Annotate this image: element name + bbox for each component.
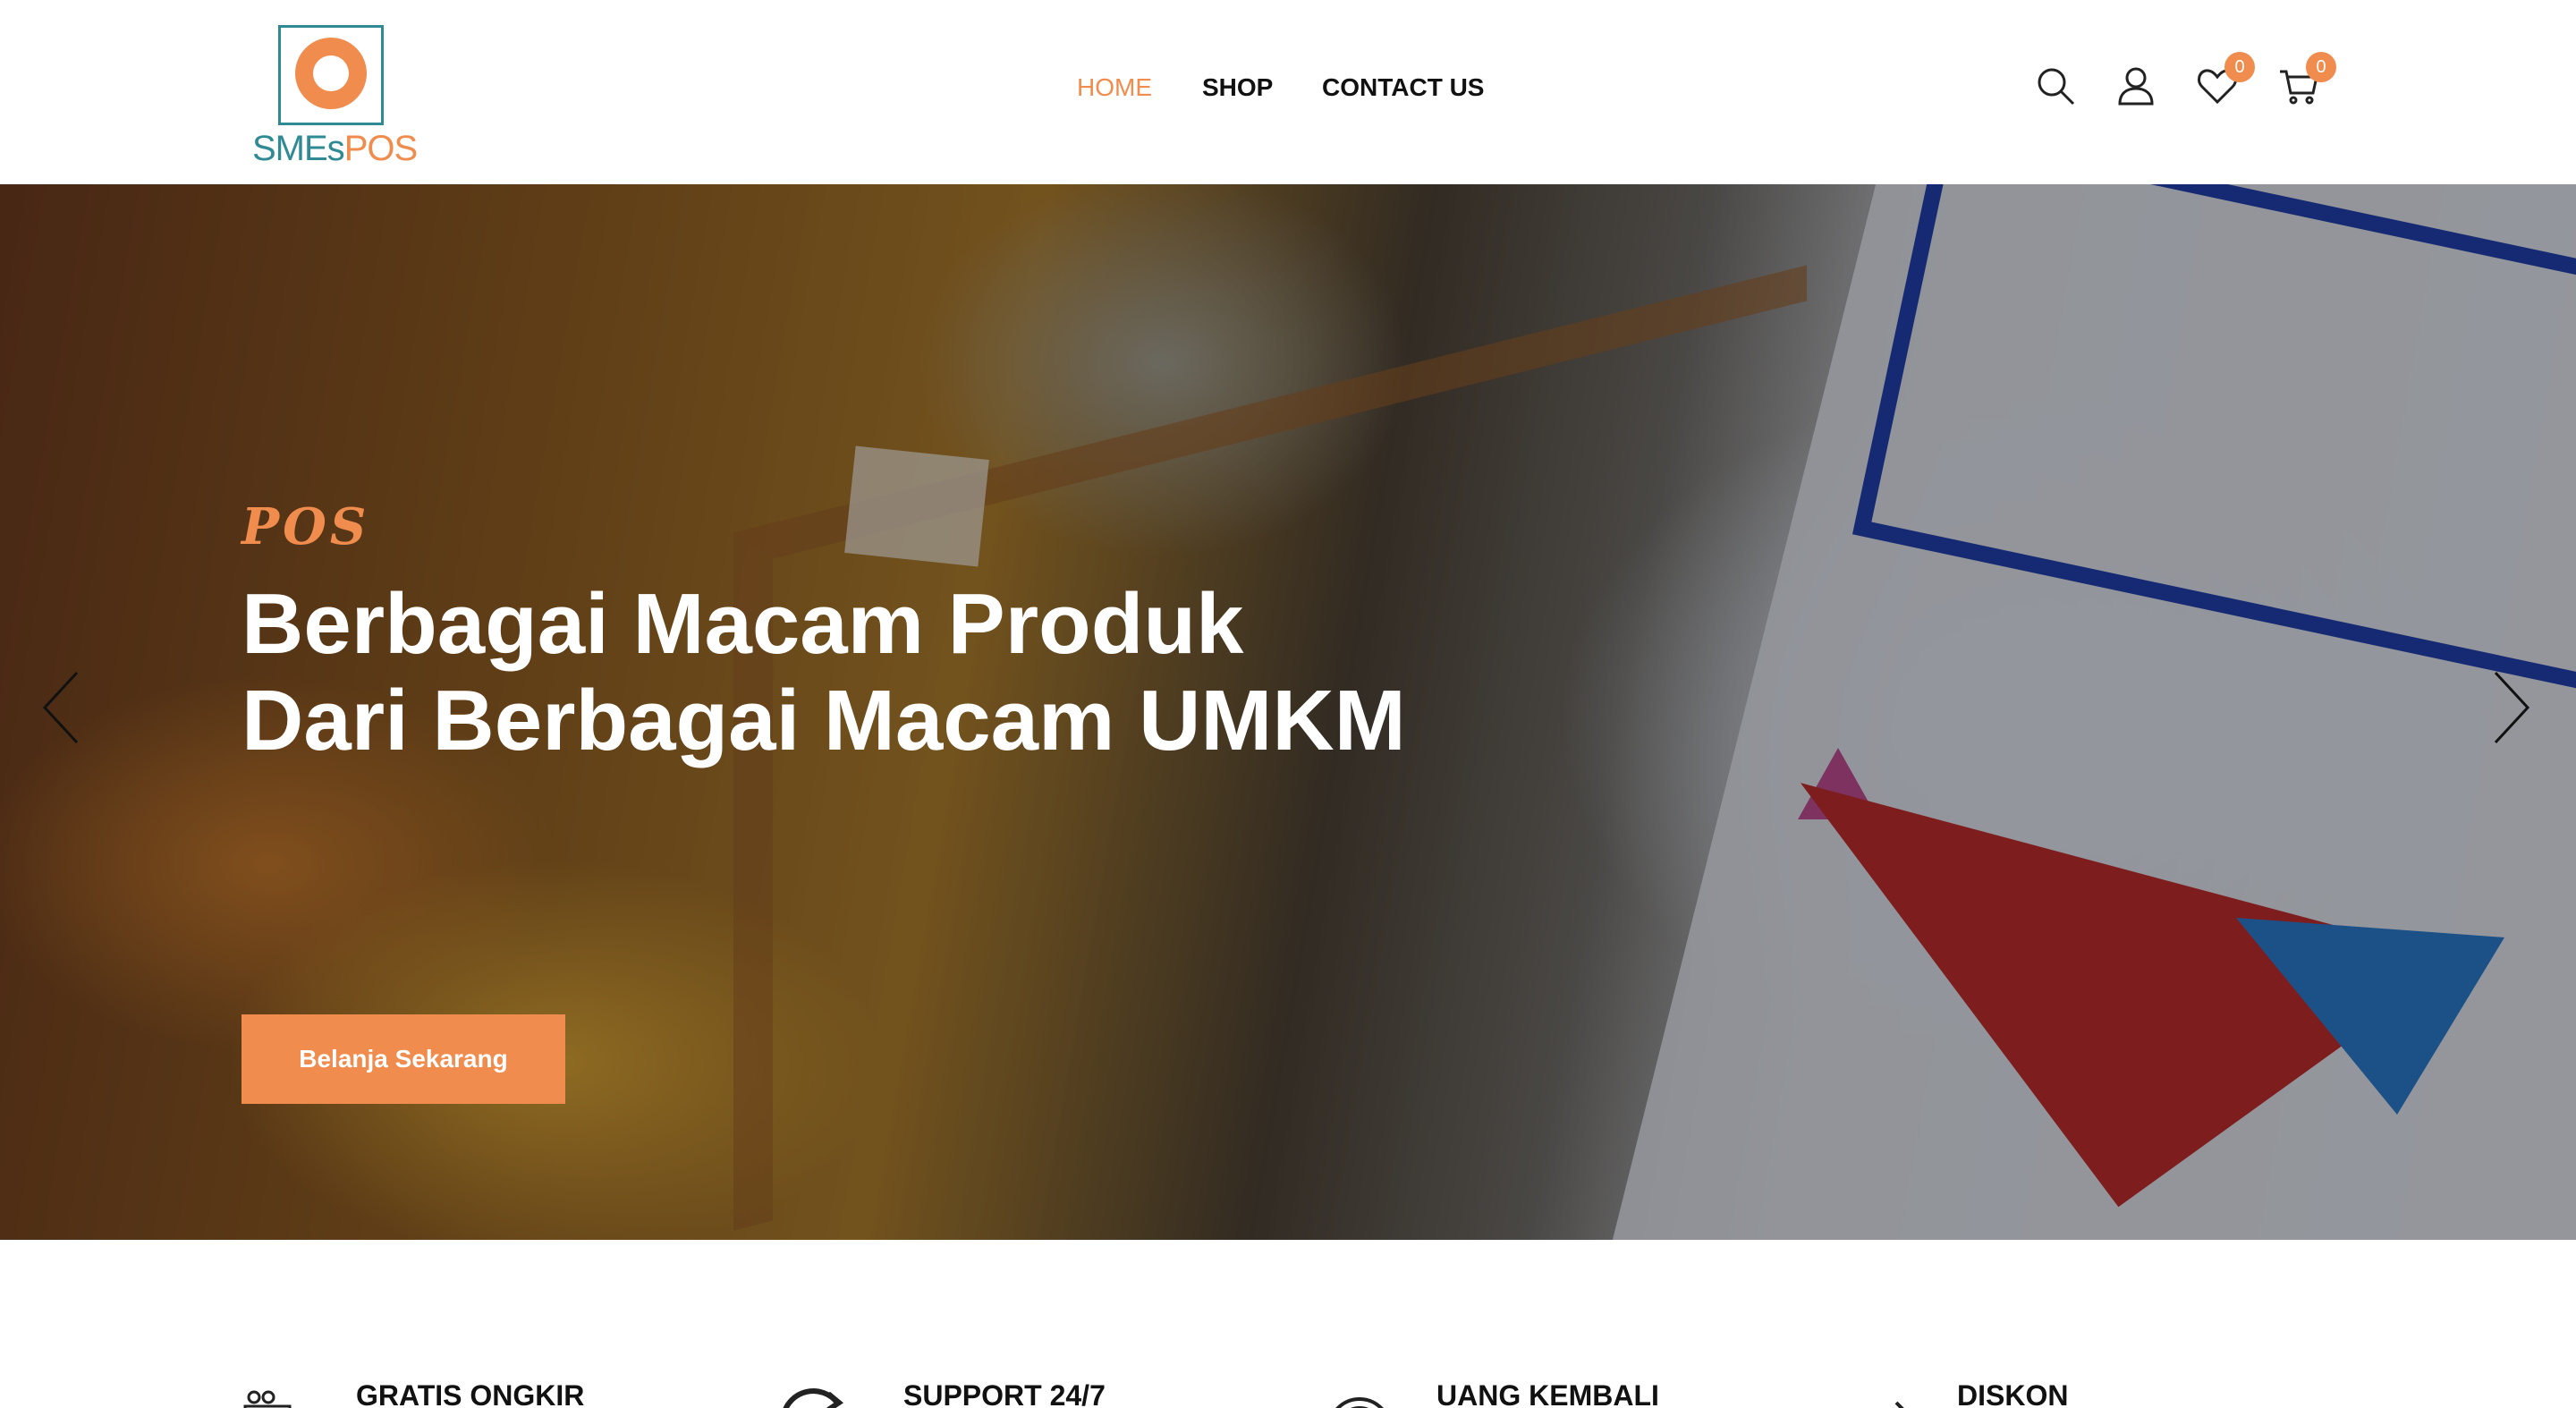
- slider-next-button[interactable]: [2488, 667, 2533, 748]
- feature-title: SUPPORT 24/7: [903, 1379, 1106, 1408]
- delivery-icon: [242, 1385, 313, 1408]
- logo-text: SMEsPOS: [252, 129, 418, 169]
- wishlist-count-badge: 0: [2224, 52, 2255, 82]
- slider-prev-button[interactable]: [39, 667, 84, 748]
- money-back-icon: [1324, 1385, 1395, 1408]
- feature-title: GRATIS ONGKIR: [356, 1379, 585, 1408]
- hero-title-line-2: Dari Berbagai Macam UMKM: [242, 673, 1406, 768]
- site-header: SMEsPOS HOME SHOP CONTACT US 0 0: [0, 0, 2576, 184]
- hero-title-line-1: Berbagai Macam Produk: [242, 576, 1244, 672]
- feature-title: DISKON: [1957, 1379, 2069, 1408]
- user-icon[interactable]: [2114, 64, 2157, 107]
- support-icon: [778, 1385, 850, 1408]
- hero-slider: POS Berbagai Macam Produk Dari Berbagai …: [0, 184, 2576, 1240]
- nav-shop[interactable]: SHOP: [1202, 73, 1273, 102]
- nav-home[interactable]: HOME: [1077, 73, 1152, 102]
- discount-icon: [1843, 1385, 1914, 1408]
- wishlist-button[interactable]: 0: [2196, 52, 2255, 107]
- hero-content: POS Berbagai Macam Produk Dari Berbagai …: [242, 497, 1406, 1104]
- chevron-left-icon: [42, 671, 79, 744]
- hero-title: Berbagai Macam Produk Dari Berbagai Maca…: [242, 576, 1406, 769]
- chevron-right-icon: [2494, 671, 2530, 744]
- feature-title: UANG KEMBALI: [1436, 1379, 1659, 1408]
- nav-contact-us[interactable]: CONTACT US: [1322, 73, 1484, 102]
- main-nav: HOME SHOP CONTACT US: [0, 73, 2576, 106]
- logo-text-main: SMEs: [252, 129, 345, 168]
- hero-kicker: POS: [242, 497, 370, 556]
- shop-now-button[interactable]: Belanja Sekarang: [242, 1014, 565, 1104]
- cart-count-badge: 0: [2306, 52, 2336, 82]
- features-strip: GRATIS ONGKIR SUPPORT 24/7 UANG KEMBALI …: [0, 1240, 2576, 1408]
- search-icon[interactable]: [2034, 64, 2077, 107]
- cart-button[interactable]: 0: [2277, 52, 2336, 107]
- logo-text-accent: POS: [343, 129, 418, 168]
